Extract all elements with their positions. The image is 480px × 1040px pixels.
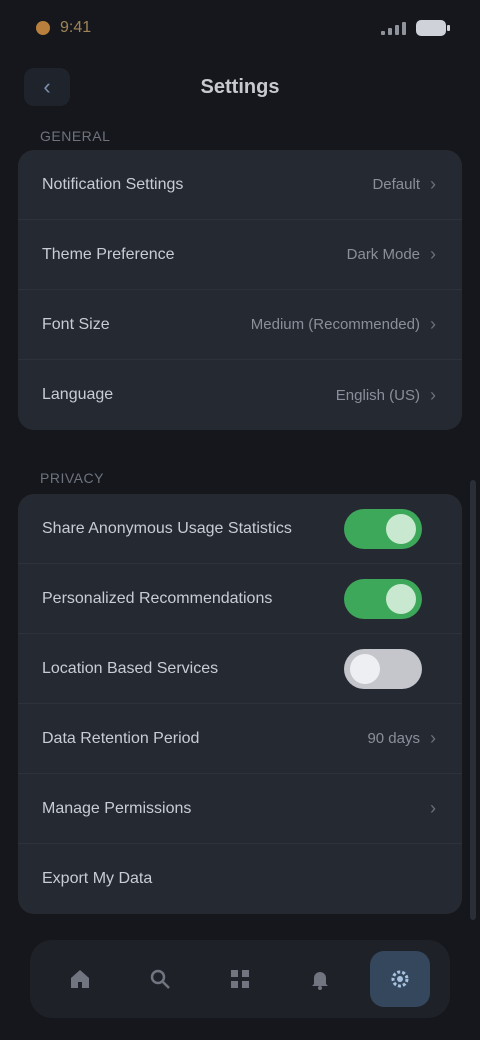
bell-icon <box>312 972 328 990</box>
battery-icon <box>416 20 450 36</box>
chevron-right-icon: › <box>430 384 436 405</box>
search-icon <box>150 969 170 989</box>
usage-stats-toggle[interactable] <box>344 508 422 549</box>
setting-row-permissions[interactable]: Manage Permissions › <box>18 774 462 844</box>
chevron-right-icon: › <box>430 314 436 334</box>
section-label-general: GENERAL <box>40 128 111 144</box>
top-app-bar: ‹ Settings <box>0 56 480 118</box>
setting-row-notifications[interactable]: Notification Settings Default › <box>18 150 462 220</box>
status-time: 9:41 <box>60 19 92 36</box>
setting-label: Data Retention Period <box>42 729 200 747</box>
toggle-knob <box>386 583 416 614</box>
status-bar: 9:41 <box>0 0 480 56</box>
section-label-privacy: PRIVACY <box>40 470 104 486</box>
toggle-knob <box>386 513 416 544</box>
page-title: Settings <box>200 75 280 98</box>
setting-row-retention[interactable]: Data Retention Period 90 days › <box>18 704 462 774</box>
setting-value: 90 days <box>367 730 420 747</box>
location-toggle[interactable] <box>344 648 422 689</box>
setting-value: Dark Mode <box>346 246 420 263</box>
setting-label: Font Size <box>42 315 110 333</box>
recording-indicator-icon <box>36 21 50 35</box>
setting-row-language[interactable]: Language English (US) › <box>18 360 462 430</box>
setting-label: Language <box>42 386 114 403</box>
setting-value: Default <box>372 176 420 193</box>
gear-icon <box>391 970 409 988</box>
chevron-right-icon: › <box>430 244 436 264</box>
setting-label: Theme Preference <box>42 245 175 263</box>
setting-value: Medium (Recommended) <box>250 316 420 333</box>
nav-notifications[interactable] <box>290 951 350 1007</box>
setting-row-usage-stats: Share Anonymous Usage Statistics <box>18 494 462 564</box>
status-right <box>381 20 450 36</box>
nav-apps[interactable] <box>210 951 270 1007</box>
setting-row-export[interactable]: Export My Data <box>18 844 462 914</box>
signal-icon <box>381 21 406 35</box>
setting-row-location: Location Based Services <box>18 634 462 704</box>
home-icon <box>71 970 89 988</box>
setting-label: Location Based Services <box>42 659 219 677</box>
bottom-nav <box>30 940 450 1018</box>
scrollbar[interactable] <box>470 480 476 920</box>
chevron-right-icon: › <box>430 174 436 194</box>
chevron-right-icon: › <box>430 798 436 818</box>
setting-row-recommendations: Personalized Recommendations <box>18 564 462 634</box>
back-button[interactable]: ‹ <box>24 68 70 106</box>
setting-value: English (US) <box>335 386 420 404</box>
setting-label: Notification Settings <box>42 175 184 193</box>
setting-row-theme[interactable]: Theme Preference Dark Mode › <box>18 220 462 290</box>
setting-label: Share Anonymous Usage Statistics <box>42 519 292 537</box>
back-arrow-icon: ‹ <box>43 74 51 99</box>
nav-search[interactable] <box>130 951 190 1007</box>
recommendations-toggle[interactable] <box>344 578 422 619</box>
setting-label: Export My Data <box>42 870 153 887</box>
setting-row-font-size[interactable]: Font Size Medium (Recommended) › <box>18 290 462 360</box>
toggle-knob <box>350 653 380 684</box>
settings-card-general: Notification Settings Default › Theme Pr… <box>18 150 462 430</box>
grid-icon <box>231 970 249 988</box>
chevron-right-icon: › <box>430 728 436 748</box>
setting-label: Personalized Recommendations <box>42 589 273 607</box>
setting-label: Manage Permissions <box>42 799 192 817</box>
settings-card-privacy: Share Anonymous Usage Statistics Persona… <box>18 494 462 914</box>
nav-settings[interactable] <box>370 951 430 1007</box>
status-left: 9:41 <box>36 19 91 37</box>
nav-home[interactable] <box>50 951 110 1007</box>
